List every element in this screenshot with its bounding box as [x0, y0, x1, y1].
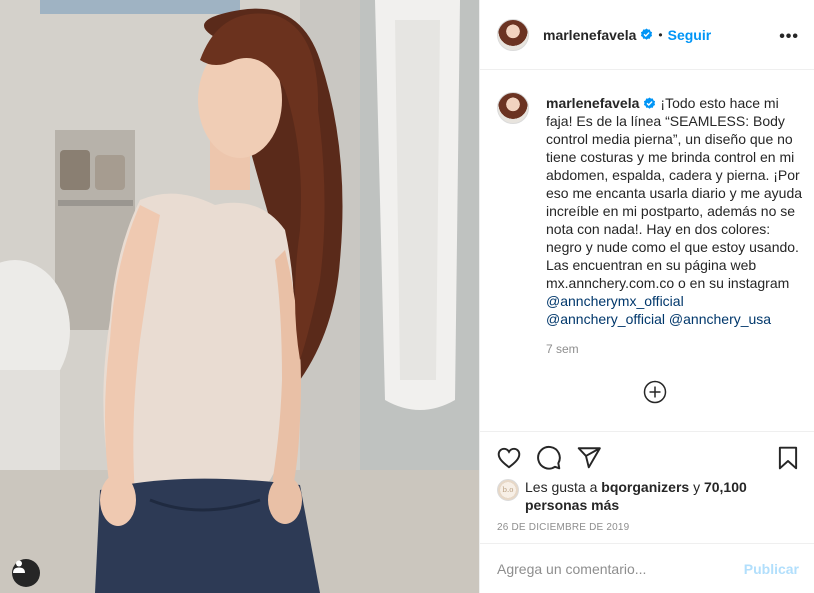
likes-summary: b.o Les gusta a bqorganizers y 70,100 pe…	[497, 478, 765, 514]
caption-verified-badge-icon	[644, 97, 656, 109]
liker-avatar[interactable]: b.o	[497, 479, 519, 501]
load-more-comments-icon[interactable]	[643, 380, 667, 404]
verified-badge-icon	[641, 28, 653, 40]
bookmark-icon[interactable]	[775, 445, 801, 471]
liker-username[interactable]: bqorganizers	[601, 479, 689, 495]
caption-time-ago[interactable]: 7 sem	[546, 342, 579, 356]
mention-link[interactable]: @annchery_official	[546, 311, 665, 327]
author-avatar[interactable]	[497, 18, 529, 51]
follow-button[interactable]: Seguir	[668, 27, 712, 43]
share-icon[interactable]	[576, 445, 602, 471]
post-header: marlenefavela • Seguir •••	[480, 0, 814, 70]
liker-avatar-initials: b.o	[502, 486, 514, 494]
post-photo[interactable]	[0, 0, 479, 593]
comment-icon[interactable]	[536, 445, 562, 471]
likes-text: Les gusta a bqorganizers y 70,100 person…	[525, 478, 765, 514]
more-options-icon[interactable]: •••	[779, 28, 799, 46]
post-actions: b.o Les gusta a bqorganizers y 70,100 pe…	[480, 431, 814, 543]
caption-body: ¡Todo esto hace mi faja! Es de la línea …	[546, 95, 803, 291]
comment-input[interactable]	[497, 560, 744, 577]
post-photo-illustration	[0, 0, 479, 593]
likes-prefix: Les gusta a	[525, 479, 602, 495]
user-tag-button[interactable]	[12, 559, 40, 587]
comment-form: Publicar	[480, 543, 814, 593]
caption-author-avatar[interactable]	[497, 92, 529, 124]
caption-username[interactable]: marlenefavela	[546, 95, 639, 111]
heart-icon[interactable]	[496, 445, 522, 471]
caption-section: marlenefavela ¡Todo esto hace mi faja! E…	[480, 71, 814, 431]
mention-link[interactable]: @annchery​mx_official	[546, 293, 684, 309]
header-separator: •	[658, 27, 663, 42]
author-username[interactable]: marlenefavela	[543, 27, 636, 43]
publish-button[interactable]: Publicar	[744, 561, 799, 577]
mention-link[interactable]: @annchery_usa	[669, 311, 771, 327]
post-details-panel: marlenefavela • Seguir ••• marlenefavela…	[479, 0, 814, 593]
user-tag-icon	[13, 560, 25, 573]
likes-conjunction: y	[689, 479, 704, 495]
post-date[interactable]: 26 DE DICIEMBRE DE 2019	[497, 522, 629, 533]
caption-text: marlenefavela ¡Todo esto hace mi faja! E…	[546, 94, 804, 328]
